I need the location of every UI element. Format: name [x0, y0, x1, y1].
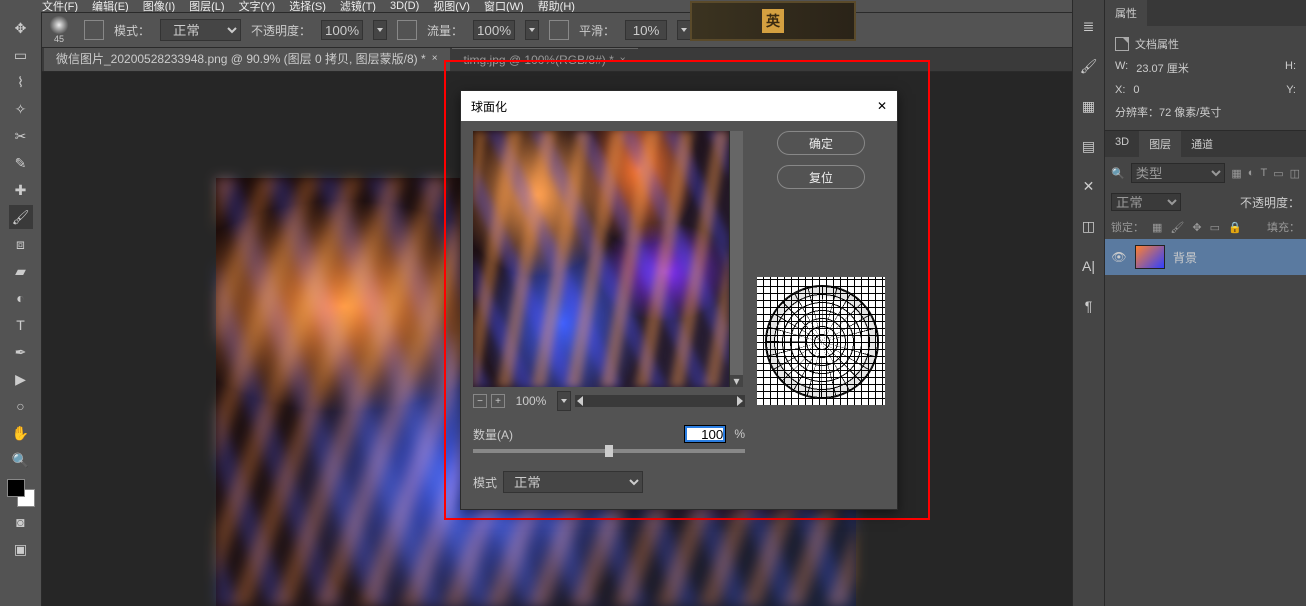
- blend-mode-select[interactable]: 正常: [160, 19, 241, 41]
- lock-paint-icon[interactable]: 🖌: [1170, 221, 1184, 234]
- menu-3d[interactable]: 3D(D): [390, 0, 419, 12]
- document-tab-label: 微信图片_20200528233948.png @ 90.9% (图层 0 拷贝…: [56, 50, 426, 67]
- opacity-dropdown[interactable]: [373, 20, 387, 40]
- document-tab-label: timg.jpg @ 100%(RGB/8#) *: [464, 53, 614, 67]
- properties-tab[interactable]: 属性: [1105, 0, 1147, 26]
- search-icon[interactable]: 🔍: [1111, 167, 1125, 180]
- scroll-down-icon[interactable]: ▾: [730, 375, 743, 387]
- ime-banner: 英: [690, 1, 856, 41]
- document-tab-2[interactable]: timg.jpg @ 100%(RGB/8#) * ×: [452, 48, 638, 71]
- spherize-sample-icon: [757, 277, 885, 405]
- properties-panel-tabs: 属性: [1105, 0, 1306, 26]
- paragraph-panel-icon[interactable]: ¶: [1079, 296, 1099, 316]
- brush-settings-toggle[interactable]: [84, 20, 104, 40]
- layers-panel-group: 3D 图层 通道 🔍 类型 ▦ ◐ T ▭ ◫ 正常 不透明度： 锁定： ▦: [1105, 130, 1306, 606]
- dialog-mode-label: 模式: [473, 474, 497, 491]
- airbrush-toggle-icon[interactable]: [549, 20, 569, 40]
- right-dock: ≣ 🖌 ▦ ▤ ✕ ◫ A| ¶ 属性 文档属性 W: 23.07 厘米 H: …: [1072, 0, 1306, 606]
- tablet-pressure-opacity-icon[interactable]: [397, 20, 417, 40]
- lock-label: 锁定：: [1111, 219, 1144, 235]
- document-tab-1[interactable]: 微信图片_20200528233948.png @ 90.9% (图层 0 拷贝…: [44, 45, 450, 71]
- lock-position-icon[interactable]: ✥: [1192, 221, 1201, 234]
- flow-label: 流量：: [427, 22, 463, 39]
- scroll-left-icon[interactable]: [577, 396, 583, 406]
- smoothing-label: 平滑：: [579, 22, 615, 39]
- x-label: X:: [1115, 84, 1125, 96]
- fill-label: 填充：: [1267, 219, 1300, 235]
- styles-panel-icon[interactable]: ◫: [1079, 216, 1099, 236]
- width-label: W:: [1115, 60, 1128, 76]
- lock-transparency-icon[interactable]: ▦: [1152, 221, 1162, 234]
- history-panel-icon[interactable]: ≣: [1079, 16, 1099, 36]
- reset-button[interactable]: 复位: [777, 165, 865, 189]
- close-icon[interactable]: ×: [620, 55, 626, 66]
- preview-hscrollbar[interactable]: [575, 395, 745, 407]
- flow-dropdown[interactable]: [525, 20, 539, 40]
- opacity-label: 不透明度：: [251, 22, 311, 39]
- filter-adjust-icon[interactable]: ◐: [1248, 167, 1255, 179]
- libraries-panel-icon[interactable]: ▤: [1079, 136, 1099, 156]
- adjustments-panel-icon[interactable]: ✕: [1079, 176, 1099, 196]
- zoom-in-button[interactable]: +: [491, 394, 505, 408]
- move-tool-icon[interactable]: ✥: [9, 16, 33, 40]
- lock-all-icon[interactable]: 🔒: [1228, 221, 1242, 234]
- tab-layers[interactable]: 图层: [1139, 131, 1181, 157]
- tab-channels[interactable]: 通道: [1181, 131, 1223, 157]
- amount-unit: %: [734, 427, 745, 441]
- layer-name: 背景: [1173, 249, 1197, 266]
- close-icon[interactable]: ✕: [877, 99, 887, 113]
- character-panel-icon[interactable]: A|: [1079, 256, 1099, 276]
- brush-panel-icon[interactable]: 🖌: [1079, 56, 1099, 76]
- doc-properties-label: 文档属性: [1135, 36, 1179, 52]
- layer-opacity-label: 不透明度：: [1240, 194, 1300, 211]
- foreground-color-swatch[interactable]: [7, 479, 25, 497]
- layer-filter-select[interactable]: 类型: [1131, 163, 1226, 183]
- visibility-icon[interactable]: 👁: [1111, 249, 1127, 265]
- resolution-label: 分辨率：72 像素/英寸: [1115, 104, 1221, 120]
- filter-shape-icon[interactable]: ▭: [1273, 167, 1283, 180]
- x-value: 0: [1133, 84, 1139, 96]
- brush-size-label: 45: [54, 34, 64, 44]
- smoothing-input[interactable]: [625, 20, 667, 40]
- layer-item-background[interactable]: 👁 背景: [1105, 239, 1306, 275]
- layer-blend-mode-select[interactable]: 正常: [1111, 193, 1181, 211]
- preview-vscrollbar[interactable]: ▴ ▾: [729, 131, 743, 387]
- properties-panel: 文档属性 W: 23.07 厘米 H: X: 0 Y: 分辨率：72 像素/英寸: [1105, 26, 1306, 130]
- amount-input[interactable]: [684, 425, 726, 443]
- mode-label: 模式：: [114, 22, 150, 39]
- close-icon[interactable]: ×: [432, 53, 438, 64]
- amount-slider[interactable]: [473, 449, 745, 453]
- zoom-level: 100%: [509, 394, 553, 408]
- width-value: 23.07 厘米: [1136, 60, 1189, 76]
- amount-label: 数量(A): [473, 426, 513, 443]
- spherize-dialog: 球面化 ✕ ▴ ▾ − + 100%: [460, 90, 898, 510]
- lock-artboard-icon[interactable]: ▭: [1210, 221, 1220, 234]
- dialog-titlebar[interactable]: 球面化 ✕: [461, 91, 897, 121]
- opacity-input[interactable]: [321, 20, 363, 40]
- scroll-right-icon[interactable]: [737, 396, 743, 406]
- height-label: H:: [1285, 60, 1296, 76]
- swatches-panel-icon[interactable]: ▦: [1079, 96, 1099, 116]
- dialog-mode-select[interactable]: 正常: [503, 471, 643, 493]
- marquee-tool-icon[interactable]: ▭: [9, 43, 33, 67]
- smoothing-dropdown[interactable]: [677, 20, 691, 40]
- ok-button[interactable]: 确定: [777, 131, 865, 155]
- document-icon: [1115, 37, 1129, 51]
- collapsed-panel-dock: ≣ 🖌 ▦ ▤ ✕ ◫ A| ¶: [1072, 0, 1104, 606]
- dialog-title: 球面化: [471, 98, 507, 115]
- filter-preview[interactable]: [473, 131, 729, 387]
- brush-preset-picker[interactable]: 45: [44, 16, 74, 44]
- zoom-out-button[interactable]: −: [473, 394, 487, 408]
- zoom-dropdown[interactable]: [557, 391, 571, 411]
- filter-smart-icon[interactable]: ◫: [1290, 167, 1300, 180]
- flow-input[interactable]: [473, 20, 515, 40]
- tab-3d[interactable]: 3D: [1105, 131, 1139, 157]
- filter-type-icon[interactable]: T: [1260, 167, 1267, 179]
- layer-thumbnail[interactable]: [1135, 245, 1165, 269]
- y-label: Y:: [1286, 84, 1296, 96]
- filter-pixel-icon[interactable]: ▦: [1231, 167, 1241, 180]
